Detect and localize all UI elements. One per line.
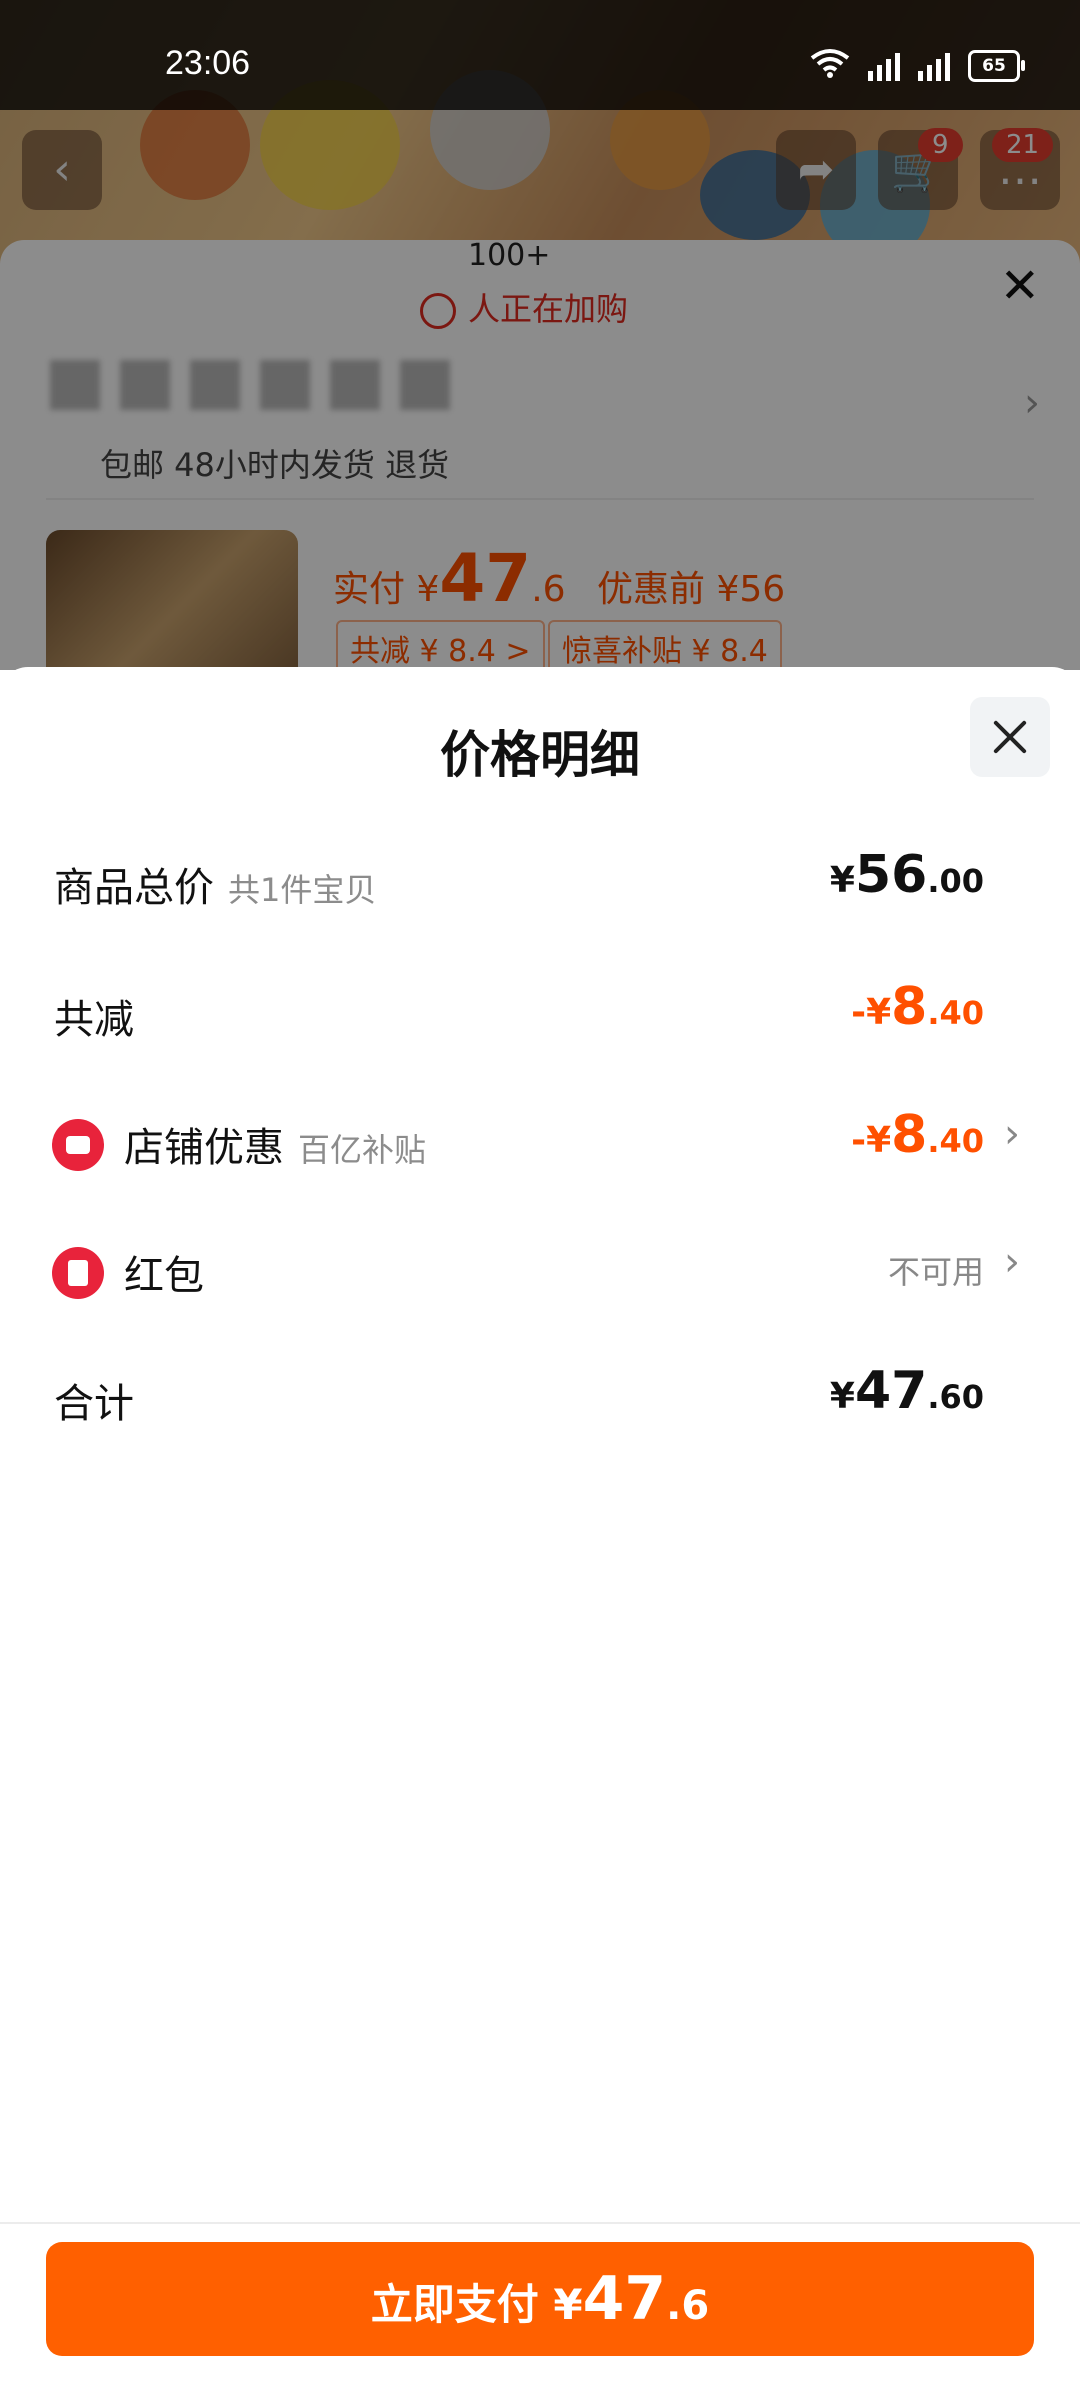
divider — [0, 2222, 1080, 2224]
row-label: 红包 — [124, 1253, 204, 1299]
sheet-title: 价格明细 — [440, 726, 640, 784]
item-count: 共1件宝贝 — [228, 871, 377, 909]
battery-icon: 65 — [968, 49, 1025, 82]
row-red-packet[interactable]: 红包 不可用 › — [0, 1225, 1080, 1315]
row-value: -¥8.40 — [851, 977, 984, 1037]
signal-4g-icon — [868, 51, 900, 81]
chevron-right-icon[interactable]: › — [1004, 1239, 1020, 1285]
red-envelope-icon — [52, 1247, 104, 1299]
row-grand-total: 合计 ¥47.60 — [0, 1353, 1080, 1443]
wifi-icon — [810, 48, 850, 83]
row-goods-total: 商品总价 共1件宝贝 ¥56.00 — [0, 837, 1080, 927]
row-label: 合计 — [54, 1381, 134, 1427]
row-value: ¥56.00 — [829, 845, 984, 905]
row-label: 商品总价 共1件宝贝 — [54, 865, 377, 911]
row-value: ¥47.60 — [829, 1361, 984, 1421]
row-value: -¥8.40 — [851, 1105, 984, 1165]
status-bar: 23:06 65 — [0, 0, 1080, 110]
row-total-discount: 共减 -¥8.40 — [0, 969, 1080, 1059]
status-icons: 65 — [810, 48, 1025, 83]
signal-5g-icon — [918, 51, 950, 81]
close-button[interactable] — [970, 697, 1050, 777]
row-label: 店铺优惠 百亿补贴 — [124, 1125, 427, 1171]
price-detail-sheet: 价格明细 商品总价 共1件宝贝 ¥56.00 共减 -¥8.40 店铺优惠 百亿补贴… — [0, 667, 1080, 2400]
chevron-right-icon[interactable]: › — [1004, 1111, 1020, 1157]
unavailable-status: 不可用 — [887, 1253, 984, 1291]
row-store-discount[interactable]: 店铺优惠 百亿补贴 -¥8.40 › — [0, 1097, 1080, 1187]
store-icon — [52, 1119, 104, 1171]
subsidy-tag: 百亿补贴 — [298, 1131, 427, 1169]
pay-now-button[interactable]: 立即支付 ¥47.6 — [46, 2242, 1034, 2356]
status-time: 23:06 — [165, 44, 251, 82]
row-label: 共减 — [54, 997, 134, 1043]
